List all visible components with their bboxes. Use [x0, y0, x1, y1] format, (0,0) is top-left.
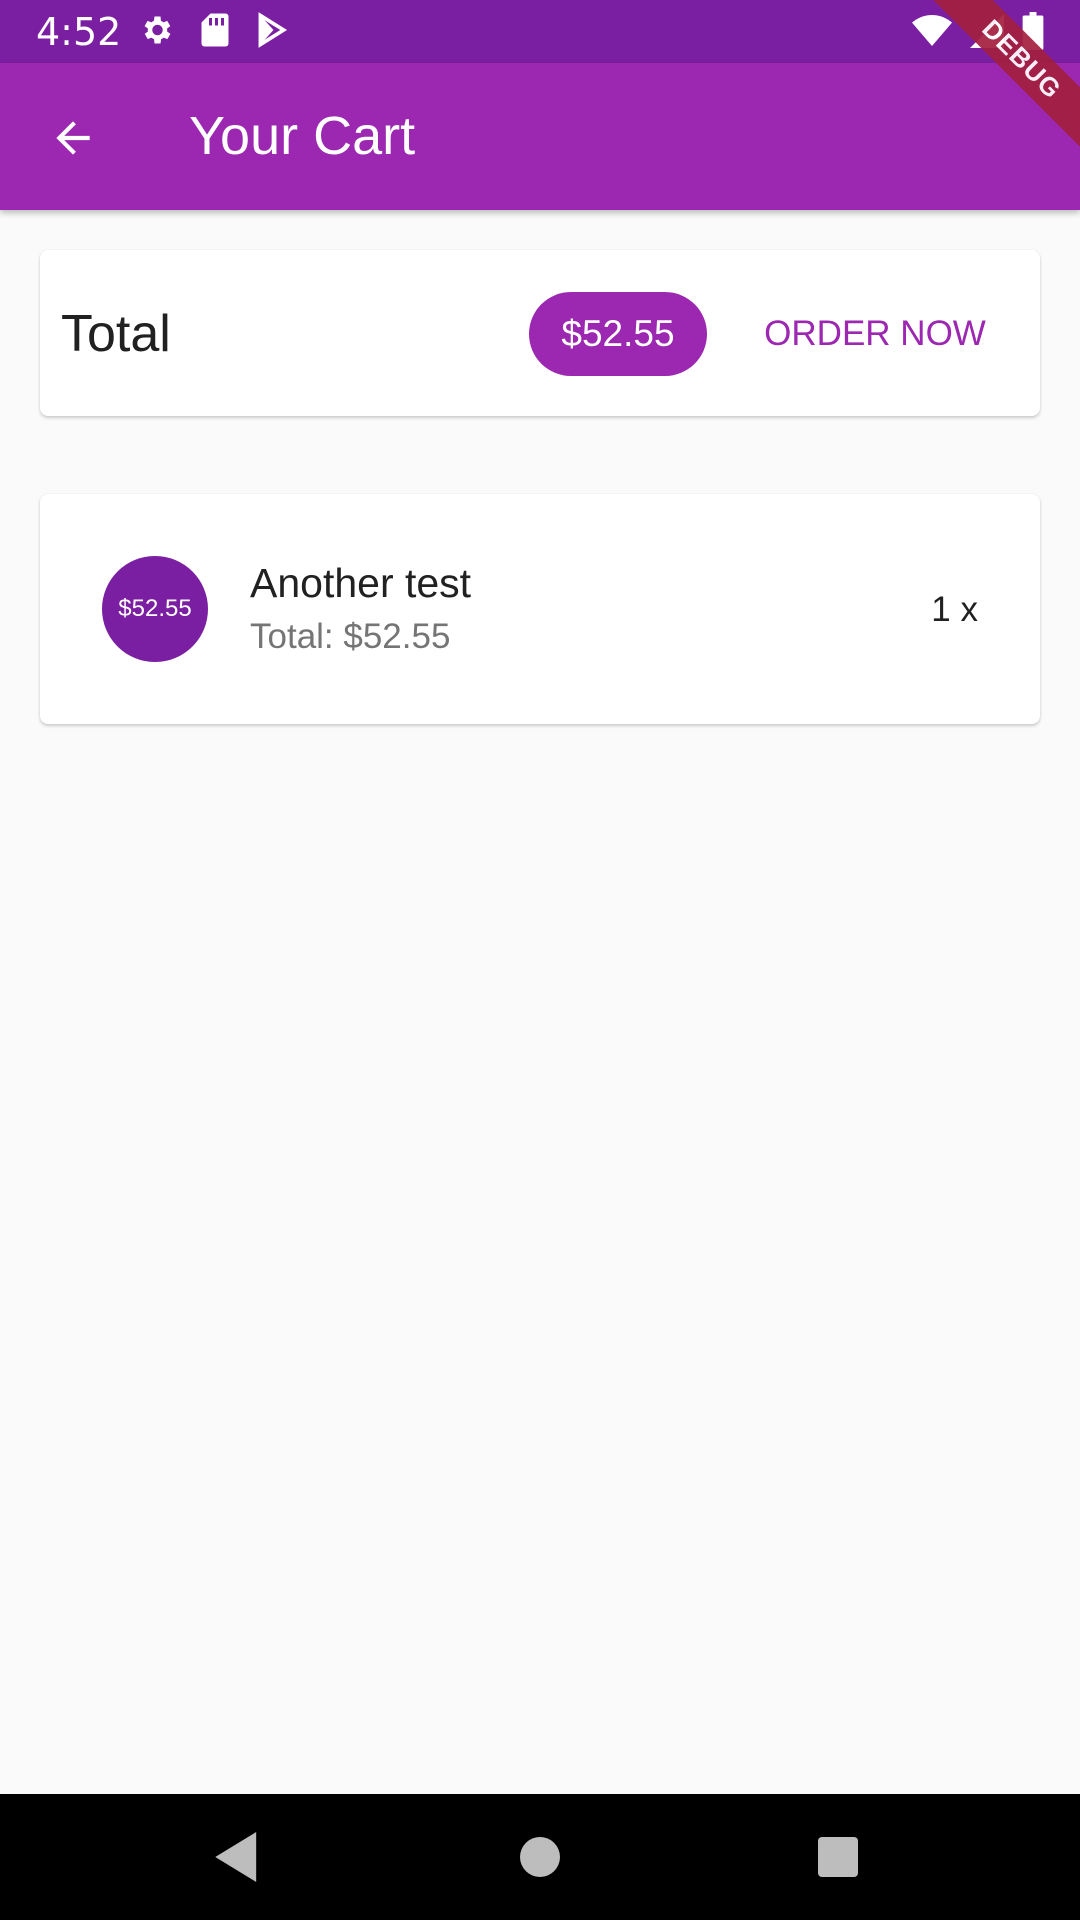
arrow-back-icon — [56, 121, 90, 155]
item-quantity: 1 x — [931, 590, 978, 629]
nav-recents-button[interactable] — [803, 1822, 873, 1892]
home-circle-icon — [520, 1837, 560, 1877]
total-label: Total — [61, 305, 171, 363]
item-price-avatar: $52.55 — [102, 556, 208, 662]
gear-icon — [144, 16, 171, 44]
wifi-icon — [912, 15, 952, 46]
back-triangle-icon — [215, 1832, 257, 1882]
total-amount-chip: $52.55 — [529, 292, 707, 376]
sd-card-icon — [201, 13, 229, 47]
item-subtotal: Total: $52.55 — [250, 617, 451, 656]
app-bar: Your Cart — [0, 63, 1080, 210]
system-nav-bar — [0, 1794, 1080, 1920]
status-icons-left — [138, 12, 288, 48]
total-summary-card: Total $52.55 ORDER NOW — [40, 250, 1040, 416]
status-bar: 4:52 — [0, 0, 1080, 63]
nav-home-button[interactable] — [505, 1822, 575, 1892]
page-title: Your Cart — [189, 106, 416, 166]
status-time: 4:52 — [36, 10, 122, 54]
battery-icon — [1022, 12, 1044, 50]
nav-back-button[interactable] — [203, 1822, 273, 1892]
play-store-icon — [258, 12, 288, 48]
signal-icon — [970, 14, 1004, 48]
item-title: Another test — [250, 560, 472, 606]
status-icons-right — [912, 12, 1044, 50]
cart-item-card[interactable]: $52.55 Another test Total: $52.55 1 x — [40, 494, 1040, 724]
recents-square-icon — [818, 1837, 858, 1877]
order-now-button[interactable]: ORDER NOW — [740, 292, 1010, 376]
back-button[interactable] — [38, 103, 108, 173]
